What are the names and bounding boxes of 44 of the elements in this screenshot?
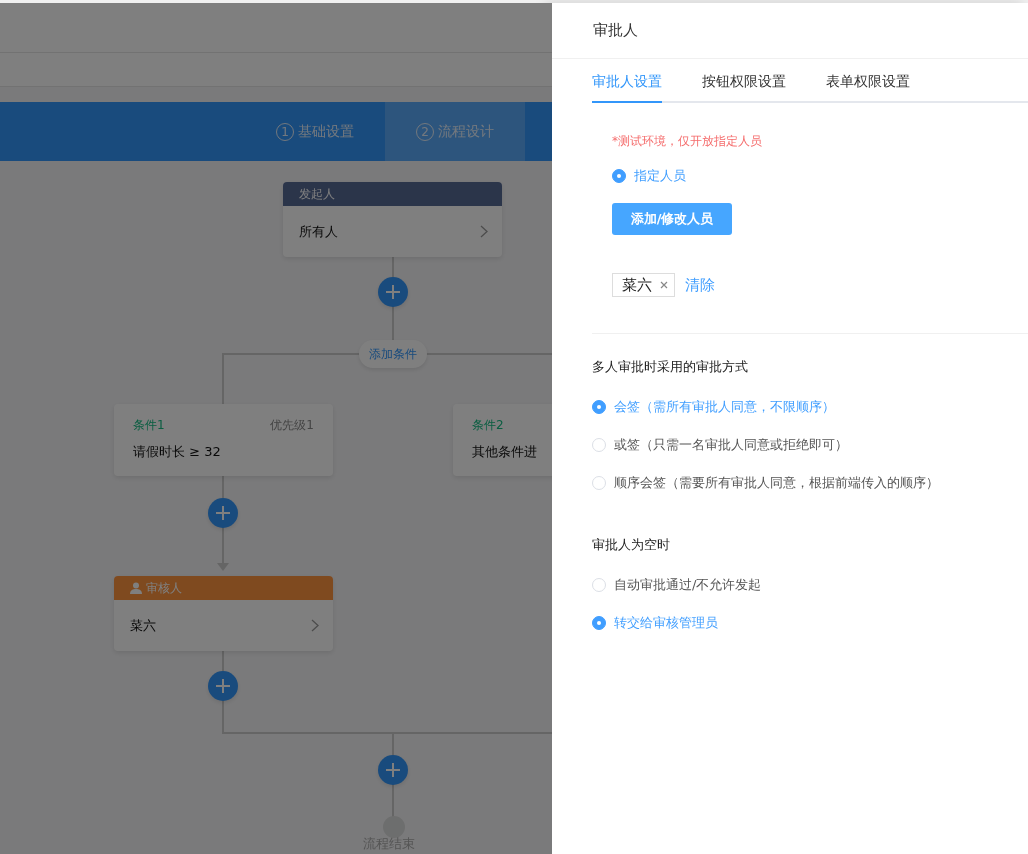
condition-name: 条件2 [472,417,504,434]
plus-icon [215,505,231,521]
person-icon [130,582,142,594]
initiator-node[interactable]: 发起人 所有人 [283,182,502,257]
radio-label: 指定人员 [634,167,686,185]
add-node-button[interactable] [378,755,408,785]
radio-label: 顺序会签（需要所有审批人同意，根据前端传入的顺序） [614,474,939,492]
node-title: 发起人 [299,185,335,203]
step-label: 基础设置 [298,122,354,141]
condition-rule: 其他条件进 [472,443,538,461]
drawer-title: 审批人 [593,21,638,40]
plus-icon [215,678,231,694]
close-icon[interactable] [660,281,668,289]
add-node-button[interactable] [208,671,238,701]
plus-icon [385,762,401,778]
radio-label: 自动审批通过/不允许发起 [614,576,762,594]
node-value: 所有人 [299,222,338,241]
node-value: 菜六 [130,616,156,635]
add-people-button[interactable]: 添加/修改人员 [612,203,732,235]
section-title: 审批人为空时 [592,536,671,554]
add-node-button[interactable] [208,498,238,528]
step-label: 流程设计 [438,122,494,141]
notice-text: *测试环境，仅开放指定人员 [612,133,762,150]
condition-node[interactable]: 条件2 其他条件进 [453,404,552,476]
chevron-right-icon [311,619,319,632]
radio-label: 会签（需所有审批人同意，不限顺序） [614,398,835,416]
radio-button[interactable] [592,616,606,630]
plus-icon [385,284,401,300]
approver-node[interactable]: 审核人 菜六 [114,576,333,651]
tab[interactable]: 表单权限设置 [826,73,910,103]
radio-label: 或签（只需一名审批人同意或拒绝即可） [614,436,848,454]
section-title: 多人审批时采用的审批方式 [592,358,749,376]
tab[interactable]: 按钮权限设置 [702,73,786,103]
chevron-right-icon [480,225,488,238]
radio-label: 转交给审核管理员 [614,614,718,632]
tab[interactable]: 审批人设置 [592,73,662,103]
condition-name: 条件1 [133,417,165,434]
condition-rule: 请假时长 ≥ 32 [133,443,222,461]
radio-button[interactable] [612,169,626,183]
person-name: 菜六 [622,275,652,295]
radio-button[interactable] [592,400,606,414]
node-title: 审核人 [146,579,182,597]
add-node-button[interactable] [378,277,408,307]
clear-link[interactable]: 清除 [685,275,715,295]
